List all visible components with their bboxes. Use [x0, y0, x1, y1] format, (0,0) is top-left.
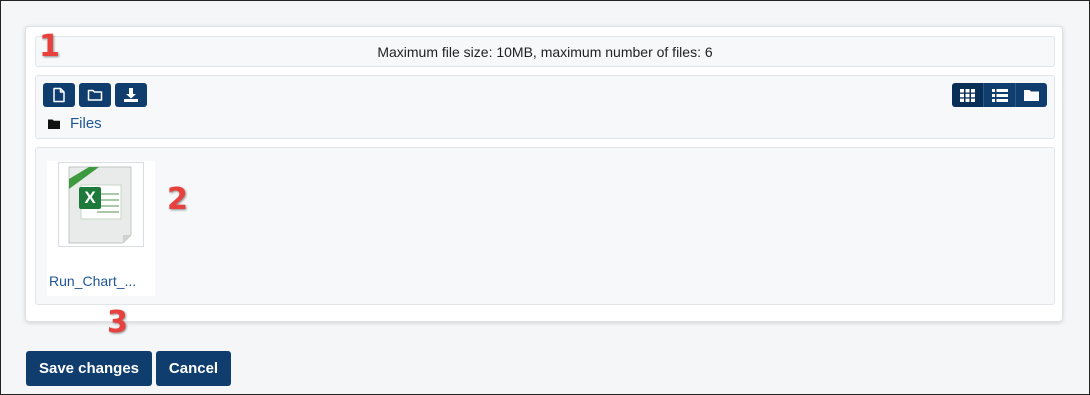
- annotation-marker-3: 3: [107, 305, 128, 340]
- file-limits-info: Maximum file size: 10MB, maximum number …: [35, 36, 1055, 67]
- file-manager: Maximum file size: 10MB, maximum number …: [25, 26, 1063, 322]
- save-changes-button[interactable]: Save changes: [26, 351, 152, 386]
- folder-icon: [48, 119, 60, 129]
- file-list-area: X Run_Chart_...: [35, 147, 1055, 305]
- annotation-marker-1: 1: [39, 29, 60, 64]
- file-name[interactable]: Run_Chart_...: [49, 273, 153, 289]
- download-icon: [124, 88, 138, 102]
- file-manager-toolbar: Files: [35, 75, 1055, 139]
- view-list-button[interactable]: [983, 83, 1015, 107]
- file-thumbnail: X: [58, 162, 144, 247]
- file-icon: [53, 87, 65, 103]
- file-item[interactable]: X Run_Chart_...: [47, 161, 155, 296]
- page-frame: Maximum file size: 10MB, maximum number …: [0, 0, 1090, 395]
- folder-icon: [87, 89, 103, 101]
- download-all-button[interactable]: [115, 83, 147, 107]
- grid-icon: [960, 88, 975, 102]
- svg-text:X: X: [84, 188, 96, 207]
- cancel-button[interactable]: Cancel: [156, 351, 231, 386]
- breadcrumb-files-link[interactable]: Files: [70, 115, 102, 132]
- list-icon: [991, 88, 1008, 102]
- excel-file-icon: X: [68, 166, 132, 244]
- view-icons-button[interactable]: [952, 83, 983, 107]
- add-file-button[interactable]: [43, 83, 75, 107]
- breadcrumb: Files: [48, 115, 102, 132]
- folder-icon: [1024, 90, 1039, 101]
- view-mode-switch: [952, 83, 1047, 107]
- view-tree-button[interactable]: [1015, 83, 1047, 107]
- create-folder-button[interactable]: [79, 83, 111, 107]
- annotation-marker-2: 2: [167, 182, 188, 217]
- file-limits-text: Maximum file size: 10MB, maximum number …: [377, 43, 713, 60]
